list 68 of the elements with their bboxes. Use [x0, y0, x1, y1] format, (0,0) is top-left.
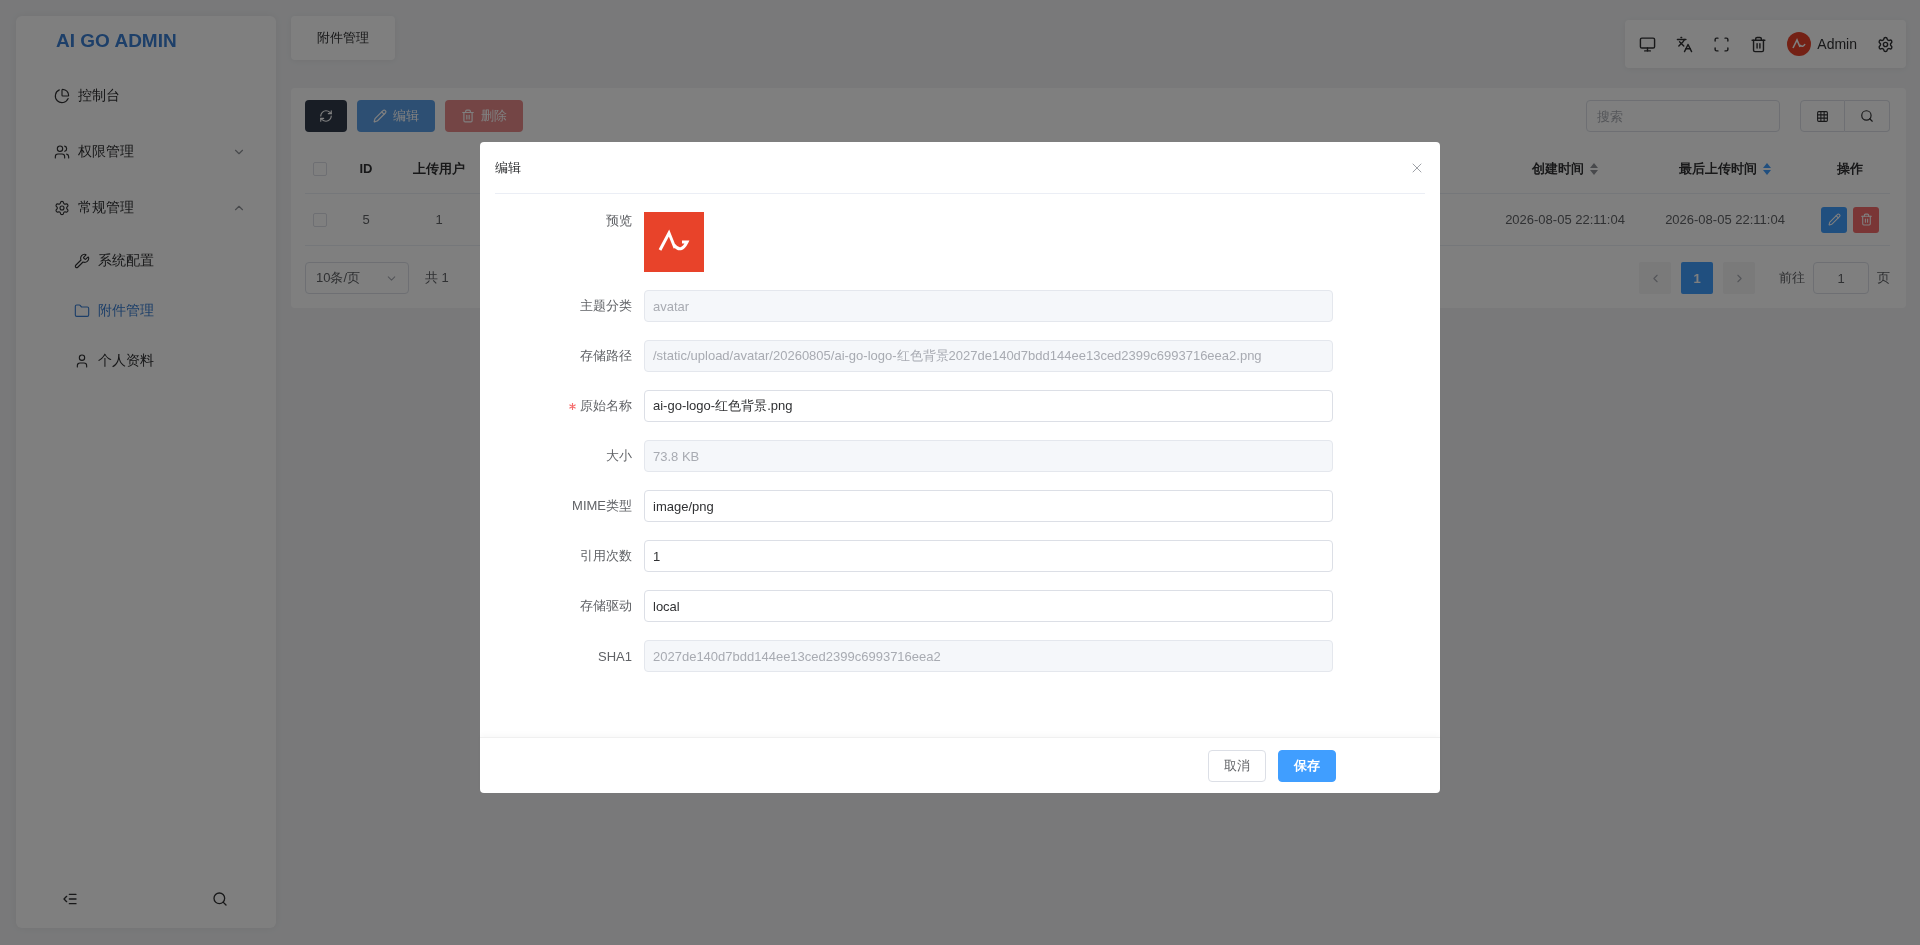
user-icon — [74, 353, 90, 369]
column-header: 操作 — [1837, 159, 1863, 178]
input-field[interactable]: ai-go-logo-红色背景.png — [644, 390, 1333, 422]
wrench-icon — [74, 253, 90, 269]
search-icon — [1860, 109, 1874, 123]
goto-page-field[interactable]: 1 — [1813, 262, 1869, 294]
user-name[interactable]: Admin — [1817, 36, 1857, 52]
table-cell: 1 — [435, 212, 443, 227]
pencil-icon — [373, 109, 387, 123]
column-header: 上传用户 — [413, 159, 465, 178]
field-label: 存储路径 — [580, 347, 632, 365]
field-label: 大小 — [606, 447, 632, 465]
column-header: 最后上传时间 — [1679, 159, 1757, 178]
refresh-button[interactable] — [305, 100, 347, 132]
avatar-icon[interactable] — [1787, 32, 1812, 56]
sort-icon[interactable] — [1590, 161, 1598, 176]
trash-icon[interactable] — [1750, 35, 1768, 53]
grid-view-button[interactable] — [1800, 100, 1845, 132]
total-count: 共 1 — [425, 269, 449, 287]
sidebar-item[interactable]: 常规管理 — [34, 180, 258, 236]
column-header: 创建时间 — [1532, 159, 1584, 178]
gear-icon — [54, 200, 70, 216]
sidebar-item[interactable]: 权限管理 — [34, 124, 258, 180]
brand-title: AI GO ADMIN — [55, 29, 178, 53]
page-size-select[interactable]: 10条/页 — [305, 262, 409, 294]
field-label: SHA1 — [598, 648, 632, 664]
table-cell: 5 — [362, 212, 370, 227]
logo-image — [644, 212, 704, 272]
search-icon[interactable] — [212, 891, 228, 907]
table-cell: 2026-08-05 22:11:04 — [1505, 212, 1625, 227]
refresh-icon — [319, 109, 333, 123]
goto-label: 前往 — [1779, 269, 1805, 287]
field-label: 主题分类 — [580, 297, 632, 315]
field-label: 存储驱动 — [580, 597, 632, 615]
save-button[interactable]: 保存 — [1278, 749, 1336, 782]
sidebar-item[interactable]: 系统配置 — [34, 236, 258, 286]
delete-button[interactable] — [1853, 206, 1879, 233]
monitor-icon[interactable] — [1639, 35, 1657, 53]
input-field[interactable]: local — [644, 590, 1333, 622]
field-label: 原始名称 — [580, 397, 632, 415]
sidebar-item[interactable]: 控制台 — [34, 68, 258, 124]
pie-chart-icon — [54, 88, 70, 104]
field-label: MIME类型 — [572, 497, 632, 515]
gear-icon[interactable] — [1877, 35, 1894, 53]
edit-button[interactable] — [1821, 206, 1847, 233]
search-button[interactable] — [1845, 100, 1890, 132]
input-field[interactable]: 1 — [644, 540, 1333, 572]
trash-icon — [461, 109, 475, 123]
dialog-title: 编辑 — [495, 158, 521, 177]
page-suffix: 页 — [1877, 269, 1890, 287]
column-header: ID — [359, 161, 373, 176]
field-label: 引用次数 — [580, 547, 632, 565]
translate-icon[interactable] — [1676, 35, 1694, 53]
cancel-button[interactable]: 取消 — [1208, 749, 1266, 782]
collapse-menu-icon[interactable] — [62, 891, 78, 907]
trash-icon — [1859, 213, 1873, 226]
users-icon — [54, 144, 70, 160]
pencil-icon — [1827, 213, 1841, 226]
fullscreen-icon[interactable] — [1713, 35, 1731, 53]
table-cell: 2026-08-05 22:11:04 — [1665, 212, 1785, 227]
field-label: 预览 — [606, 212, 632, 230]
grid-icon — [1816, 109, 1829, 123]
page-tab[interactable]: 附件管理 — [291, 16, 395, 60]
sidebar-item[interactable]: 附件管理 — [34, 286, 258, 336]
input-field[interactable]: image/png — [644, 490, 1333, 522]
sort-icon[interactable] — [1763, 161, 1771, 176]
folder-icon — [74, 303, 90, 319]
sidebar-item[interactable]: 个人资料 — [34, 336, 258, 386]
